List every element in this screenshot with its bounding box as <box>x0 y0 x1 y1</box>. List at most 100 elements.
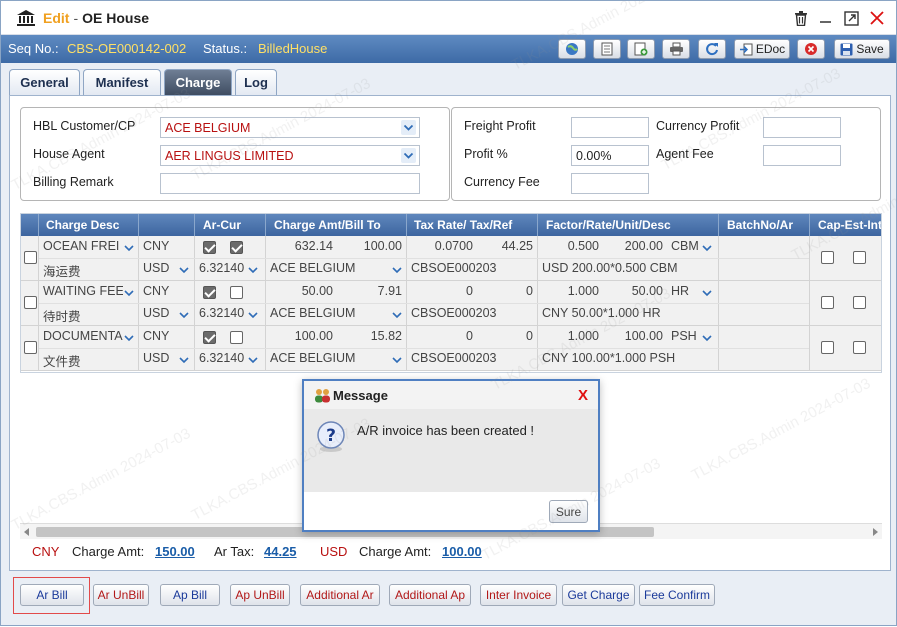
col-charge-amt[interactable]: Charge Amt/Bill To <box>274 218 381 232</box>
print-preview-button[interactable] <box>558 39 586 59</box>
ar-currency[interactable]: USD <box>139 348 179 370</box>
get-charge-button[interactable]: Get Charge <box>562 584 635 606</box>
bill-to[interactable]: ACE BELGIUM <box>266 258 391 280</box>
profit-pct-input[interactable]: 0.00% <box>571 145 649 166</box>
table-row[interactable]: OCEAN FREI 海运费 CNY USD 6.32140 632.14 100.00 AC… <box>21 236 881 281</box>
currency-profit-input[interactable] <box>763 117 841 138</box>
chevron-down-icon[interactable] <box>391 354 403 364</box>
cancel-button[interactable] <box>797 39 825 59</box>
ar-currency[interactable]: USD <box>139 303 179 325</box>
tax-amount[interactable]: 0 <box>477 326 537 348</box>
sure-button[interactable]: Sure <box>549 500 588 523</box>
chevron-down-icon[interactable] <box>701 287 713 297</box>
scroll-left-icon[interactable] <box>24 528 30 536</box>
tab-general[interactable]: General <box>9 69 80 95</box>
tax-rate[interactable]: 0.0700 <box>407 236 477 258</box>
agent-fee-input[interactable] <box>763 145 841 166</box>
est-checkbox[interactable] <box>230 331 243 344</box>
chevron-down-icon[interactable] <box>178 309 190 319</box>
charge-desc[interactable]: OCEAN FREI <box>39 236 123 258</box>
dialog-close-button[interactable]: X <box>578 387 588 404</box>
charge-amt-2[interactable]: 15.82 <box>337 326 406 348</box>
ar-checkbox[interactable] <box>203 286 216 299</box>
row-select-checkbox[interactable] <box>24 341 37 354</box>
cap-checkbox[interactable] <box>821 251 834 264</box>
print-button[interactable] <box>662 39 690 59</box>
factor[interactable]: 0.500 <box>538 236 603 258</box>
row-select-checkbox[interactable] <box>24 296 37 309</box>
unit-rate[interactable]: 50.00 <box>603 281 667 303</box>
charge-amt[interactable]: 50.00 <box>266 281 337 303</box>
tax-rate[interactable]: 0 <box>407 281 477 303</box>
chevron-down-icon[interactable] <box>391 309 403 319</box>
save-button[interactable]: Save <box>834 39 890 59</box>
col-charge-desc[interactable]: Charge Desc <box>46 218 119 232</box>
unit-rate[interactable]: 200.00 <box>603 236 667 258</box>
ar-currency[interactable]: USD <box>139 258 179 280</box>
table-row[interactable]: WAITING FEE 待时费 CNY USD 6.32140 50.00 7.91 ACE … <box>21 281 881 326</box>
charge-desc[interactable]: WAITING FEE <box>39 281 123 303</box>
chevron-down-icon[interactable] <box>247 354 259 364</box>
billing-remark-input[interactable] <box>160 173 420 194</box>
chevron-down-icon[interactable] <box>247 309 259 319</box>
est-checkbox[interactable] <box>230 286 243 299</box>
unit[interactable]: CBM <box>667 236 701 258</box>
est-int-checkbox[interactable] <box>853 341 866 354</box>
additional-ar-button[interactable]: Additional Ar <box>300 584 380 606</box>
ap-bill-button[interactable]: Ap Bill <box>160 584 220 606</box>
tab-log[interactable]: Log <box>235 69 277 95</box>
edoc-button[interactable]: EDoc <box>734 39 790 59</box>
chevron-down-icon[interactable] <box>123 287 135 297</box>
table-row[interactable]: DOCUMENTA 文件费 CNY USD 6.32140 100.00 15.82 ACE … <box>21 326 881 371</box>
charge-amt[interactable]: 100.00 <box>266 326 337 348</box>
hbl-customer-select[interactable]: ACE BELGIUM <box>160 117 420 138</box>
col-tax[interactable]: Tax Rate/ Tax/Ref <box>414 218 512 232</box>
col-cap-est-int[interactable]: Cap-Est-Int <box>818 218 881 232</box>
chevron-down-icon[interactable] <box>247 264 259 274</box>
chevron-down-icon[interactable] <box>401 148 416 163</box>
usd-charge-amt-link[interactable]: 100.00 <box>442 544 482 559</box>
document-button[interactable] <box>593 39 621 59</box>
chevron-down-icon[interactable] <box>701 242 713 252</box>
charge-amt-link[interactable]: 150.00 <box>155 544 195 559</box>
ar-tax-link[interactable]: 44.25 <box>264 544 297 559</box>
charge-desc[interactable]: DOCUMENTA <box>39 326 123 348</box>
ar-unbill-button[interactable]: Ar UnBill <box>93 584 149 606</box>
tax-amount[interactable]: 44.25 <box>477 236 537 258</box>
unit[interactable]: HR <box>667 281 701 303</box>
est-checkbox[interactable] <box>230 241 243 254</box>
ar-checkbox[interactable] <box>203 241 216 254</box>
col-batchno[interactable]: BatchNo/Ar <box>727 218 793 232</box>
factor[interactable]: 1.000 <box>538 326 603 348</box>
cap-checkbox[interactable] <box>821 341 834 354</box>
minimize-icon[interactable] <box>819 11 832 26</box>
tab-charge[interactable]: Charge <box>164 69 232 95</box>
ar-bill-button[interactable]: Ar Bill <box>20 584 84 606</box>
freight-profit-input[interactable] <box>571 117 649 138</box>
col-ar-cur[interactable]: Ar-Cur <box>203 218 241 232</box>
chevron-down-icon[interactable] <box>401 120 416 135</box>
chevron-down-icon[interactable] <box>701 332 713 342</box>
additional-ap-button[interactable]: Additional Ap <box>389 584 471 606</box>
est-int-checkbox[interactable] <box>853 296 866 309</box>
col-factor[interactable]: Factor/Rate/Unit/Desc <box>546 218 671 232</box>
exchange-rate[interactable]: 6.32140 <box>195 303 247 325</box>
chevron-down-icon[interactable] <box>123 242 135 252</box>
est-int-checkbox[interactable] <box>853 251 866 264</box>
tax-rate[interactable]: 0 <box>407 326 477 348</box>
chevron-down-icon[interactable] <box>178 264 190 274</box>
trash-icon[interactable] <box>794 11 808 26</box>
ar-checkbox[interactable] <box>203 331 216 344</box>
refresh-button[interactable] <box>698 39 726 59</box>
cap-checkbox[interactable] <box>821 296 834 309</box>
charge-amt-2[interactable]: 7.91 <box>337 281 406 303</box>
charge-amt[interactable]: 632.14 <box>266 236 337 258</box>
chevron-down-icon[interactable] <box>123 332 135 342</box>
tax-amount[interactable]: 0 <box>477 281 537 303</box>
bill-to[interactable]: ACE BELGIUM <box>266 348 391 370</box>
charge-amt-2[interactable]: 100.00 <box>337 236 406 258</box>
factor[interactable]: 1.000 <box>538 281 603 303</box>
row-select-checkbox[interactable] <box>24 251 37 264</box>
exchange-rate[interactable]: 6.32140 <box>195 258 247 280</box>
unit[interactable]: PSH <box>667 326 701 348</box>
